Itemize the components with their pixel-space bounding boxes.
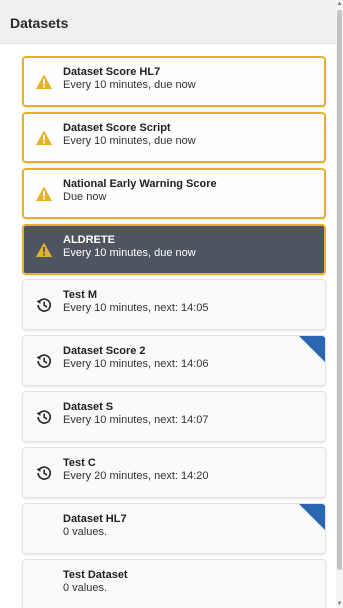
dataset-item-dataset-hl7[interactable]: Dataset HL7 0 values. [22, 503, 326, 554]
scrollbar-thumb[interactable] [337, 10, 342, 570]
dataset-item-aldrete[interactable]: ALDRETE Every 10 minutes, due now [22, 224, 326, 275]
corner-flag [298, 504, 325, 531]
dataset-item-dataset-s[interactable]: Dataset S Every 10 minutes, next: 14:07 [22, 391, 326, 442]
dataset-title: ALDRETE [63, 234, 115, 246]
history-icon [36, 354, 52, 368]
dataset-title: National Early Warning Score [63, 178, 217, 190]
dataset-item-dataset-score-2[interactable]: Dataset Score 2 Every 10 minutes, next: … [22, 335, 326, 386]
dataset-schedule: Every 10 minutes, next: 14:05 [63, 302, 209, 314]
dataset-list: Dataset Score HL7 Every 10 minutes, due … [0, 44, 336, 608]
dataset-item-dataset-score-hl7[interactable]: Dataset Score HL7 Every 10 minutes, due … [22, 56, 326, 107]
dataset-item-test-m[interactable]: Test M Every 10 minutes, next: 14:05 [22, 279, 326, 330]
dataset-item-national-early-warning-score[interactable]: National Early Warning Score Due now [22, 168, 326, 219]
dataset-title: Dataset Score HL7 [63, 66, 161, 78]
dataset-item-test-dataset[interactable]: Test Dataset 0 values. [22, 559, 326, 608]
dataset-title: Dataset Score 2 [63, 345, 146, 357]
dataset-title: Dataset S [63, 401, 114, 413]
dataset-value-count: 0 values. [63, 582, 108, 594]
warning-icon [36, 242, 52, 257]
datasets-panel: Datasets Dataset Score HL7 Every 10 minu… [0, 0, 343, 608]
scroll-up-arrow-icon[interactable]: ▲ [336, 0, 343, 8]
dataset-title: Test M [63, 289, 98, 301]
scroll-down-arrow-icon[interactable]: ▼ [336, 600, 343, 608]
dataset-schedule: Due now [63, 191, 107, 203]
dataset-schedule: Every 10 minutes, next: 14:06 [63, 358, 209, 370]
warning-icon [36, 74, 52, 89]
corner-flag [298, 336, 325, 363]
vertical-scrollbar[interactable]: ▲ ▼ [336, 0, 343, 608]
dataset-item-dataset-score-script[interactable]: Dataset Score Script Every 10 minutes, d… [22, 112, 326, 163]
dataset-schedule: Every 10 minutes, due now [63, 247, 196, 259]
history-icon [36, 298, 52, 312]
dataset-schedule: Every 10 minutes, due now [63, 79, 196, 91]
dataset-schedule: Every 10 minutes, next: 14:07 [63, 414, 209, 426]
history-icon [36, 466, 52, 480]
warning-icon [36, 130, 52, 145]
dataset-title: Test C [63, 457, 96, 469]
history-icon [36, 410, 52, 424]
dataset-item-test-c[interactable]: Test C Every 20 minutes, next: 14:20 [22, 447, 326, 498]
dataset-value-count: 0 values. [63, 526, 108, 538]
warning-icon [36, 186, 52, 201]
dataset-schedule: Every 10 minutes, due now [63, 135, 196, 147]
dataset-title: Dataset Score Script [63, 122, 171, 134]
dataset-title: Test Dataset [63, 569, 128, 581]
dataset-schedule: Every 20 minutes, next: 14:20 [63, 470, 209, 482]
panel-title: Datasets [0, 0, 343, 44]
dataset-title: Dataset HL7 [63, 513, 127, 525]
